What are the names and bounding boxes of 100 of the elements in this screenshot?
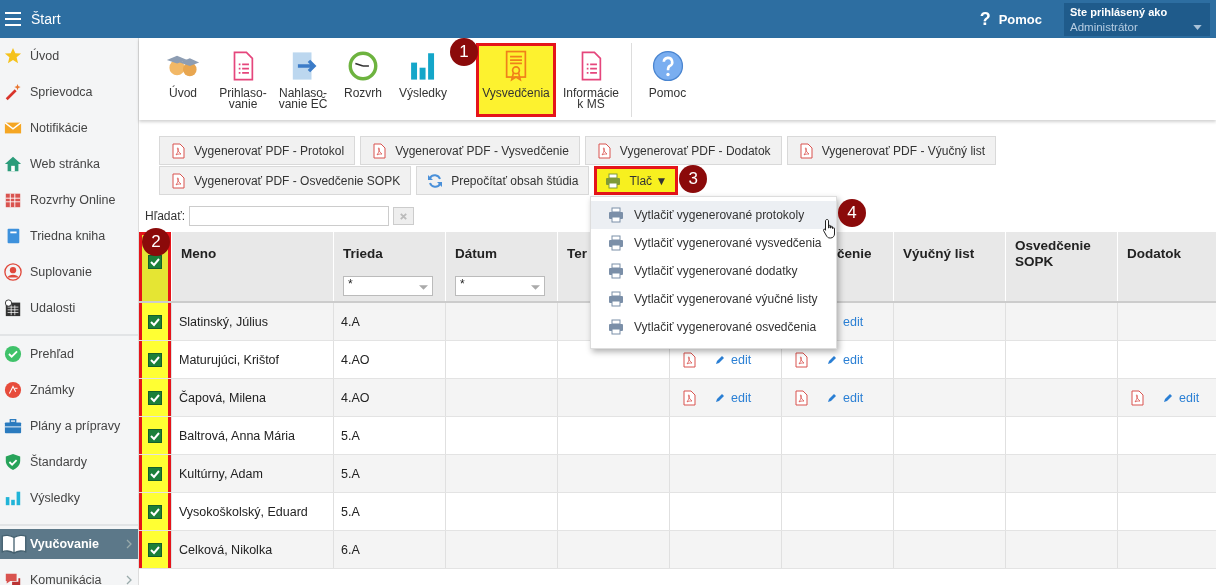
filter-dropdown[interactable]: * (343, 276, 433, 296)
row-checkbox[interactable] (148, 428, 162, 443)
column-header: Meno (181, 246, 217, 262)
column-header: Ter (567, 246, 587, 262)
column-header: Výučný list (903, 246, 975, 262)
sidebar-item[interactable]: Triedna kniha (0, 218, 138, 254)
toolbar-button[interactable]: Vygenerovať PDF - Osvedčenie SOPK (159, 166, 412, 195)
column-header: Trieda (343, 246, 383, 262)
sidebar-item[interactable]: Vyučovanie (0, 529, 138, 559)
table-cell: 5.A (341, 428, 360, 443)
column-header: čenie (836, 246, 872, 262)
sidebar-item[interactable]: Štandardy (0, 444, 138, 480)
user-menu[interactable]: Ste prihlásený ako Administrátor (1064, 2, 1210, 36)
sidebar-item[interactable]: Prehľad (0, 336, 138, 372)
ribbon-button[interactable]: Nahlaso- vanie EČ (273, 43, 333, 117)
menu-item[interactable]: Vytlačiť vygenerované osvedčenia (591, 313, 836, 341)
ribbon-button[interactable]: Rozvrh (333, 43, 393, 117)
callout-number: 3 (679, 165, 708, 193)
chevron-icon (126, 575, 132, 585)
sidebar-item[interactable]: Komunikácia (0, 562, 138, 585)
menu-item[interactable]: Vytlačiť vygenerované dodatky (591, 257, 836, 285)
ribbon-button[interactable]: Informácie k MS (556, 43, 626, 117)
toolbar-button[interactable]: Tlač ▼ (594, 166, 679, 195)
edit-link[interactable]: edit (843, 352, 864, 367)
table-cell: 4.AO (341, 352, 370, 367)
ribbon-button[interactable]: Úvod (153, 43, 213, 117)
sidebar-item[interactable]: Sprievodca (0, 74, 138, 110)
person-icon (4, 263, 22, 281)
check-circle-icon (4, 345, 22, 363)
table-cell: 5.A (341, 504, 360, 519)
sidebar-item[interactable]: Plány a prípravy (0, 408, 138, 444)
pdf-icon (595, 142, 612, 159)
menu-item[interactable]: Vytlačiť vygenerované výučné listy (591, 285, 836, 313)
column-header: Dátum (455, 246, 497, 262)
table-cell: 5.A (341, 466, 360, 481)
row-checkbox[interactable] (148, 504, 162, 519)
row-checkbox[interactable] (148, 466, 162, 481)
menu-icon[interactable] (5, 12, 21, 26)
pdf-icon (170, 172, 186, 189)
sidebar-item[interactable]: Rozvrhy Online (0, 182, 138, 218)
sidebar-item[interactable]: Suplovanie (0, 254, 138, 290)
shield-icon (4, 453, 22, 471)
sidebar-item[interactable]: Udalosti (0, 290, 138, 326)
filter-dropdown[interactable]: * (455, 276, 545, 296)
caret-icon (419, 285, 428, 291)
house-icon (4, 155, 22, 173)
sidebar-item[interactable]: Známky (0, 372, 138, 408)
menu-item[interactable]: Vytlačiť vygenerované protokoly (591, 201, 836, 229)
edit-link[interactable]: edit (843, 390, 864, 405)
toolbar-button[interactable]: Vygenerovať PDF - Vysvedčenie (360, 136, 580, 165)
column-header: Osvedčenie SOPK (1015, 238, 1092, 270)
pdf-icon[interactable] (793, 350, 809, 369)
pdf-icon[interactable] (681, 388, 697, 407)
pdf-icon[interactable] (793, 388, 809, 407)
help-link[interactable]: Pomoc (998, 11, 1042, 27)
sidebar-item[interactable]: Výsledky (0, 480, 138, 516)
sidebar-item[interactable]: Úvod (0, 38, 138, 74)
toolbar-button[interactable]: Vygenerovať PDF - Dodatok (584, 136, 782, 165)
table-cell: Slatinský, Július (179, 314, 268, 329)
help-glyph[interactable]: ? (979, 8, 991, 30)
table-cell: Vysokoškolský, Eduard (179, 504, 308, 519)
caret-icon (531, 285, 540, 291)
printer-icon (608, 207, 624, 223)
select-all-checkbox[interactable] (148, 255, 162, 269)
ribbon-button[interactable]: Vysvedčenia (476, 43, 556, 117)
ribbon-button[interactable]: Pomoc (631, 43, 697, 117)
pdf-icon[interactable] (681, 350, 697, 369)
callout-number: 4 (838, 199, 866, 227)
magic-wand-icon (4, 83, 22, 101)
sidebar-item[interactable]: Notifikácie (0, 110, 138, 146)
row-checkbox[interactable] (148, 390, 162, 405)
clock-icon (346, 49, 380, 83)
edit-link[interactable]: edit (731, 352, 752, 367)
refresh-icon (427, 172, 444, 189)
toolbar-button[interactable]: Vygenerovať PDF - Výučný list (786, 136, 997, 165)
column-header: Dodatok (1127, 246, 1181, 262)
callout-number: 1 (450, 38, 478, 66)
row-checkbox[interactable] (148, 314, 162, 329)
pdf-icon[interactable] (1129, 388, 1145, 407)
sidebar-item[interactable]: Web stránka (0, 146, 138, 182)
toolbar-button[interactable]: Vygenerovať PDF - Protokol (159, 136, 356, 165)
printer-icon (608, 291, 624, 307)
edit-link[interactable]: edit (843, 314, 864, 329)
ribbon-button[interactable]: Výsledky (397, 43, 449, 117)
bar-chart-icon (4, 489, 22, 507)
ribbon-button[interactable]: Prihlaso- vanie (213, 43, 273, 117)
row-checkbox[interactable] (148, 542, 162, 557)
row-checkbox[interactable] (148, 352, 162, 367)
table-cell: 6.A (341, 542, 360, 557)
edit-link[interactable]: edit (1179, 390, 1200, 405)
table-cell: 4.A (341, 314, 360, 329)
menu-item[interactable]: Vytlačiť vygenerované vysvedčenia (591, 229, 836, 257)
edit-link[interactable]: edit (731, 390, 752, 405)
table-cell: 4.AO (341, 390, 370, 405)
search-label: Hľadať: (145, 209, 187, 223)
pdf-icon (371, 142, 388, 159)
chevron-icon (126, 539, 132, 549)
search-field[interactable] (189, 206, 389, 226)
toolbar-button[interactable]: Prepočítať obsah štúdia (416, 166, 590, 195)
table-cell: Celková, Nikolka (179, 542, 273, 557)
